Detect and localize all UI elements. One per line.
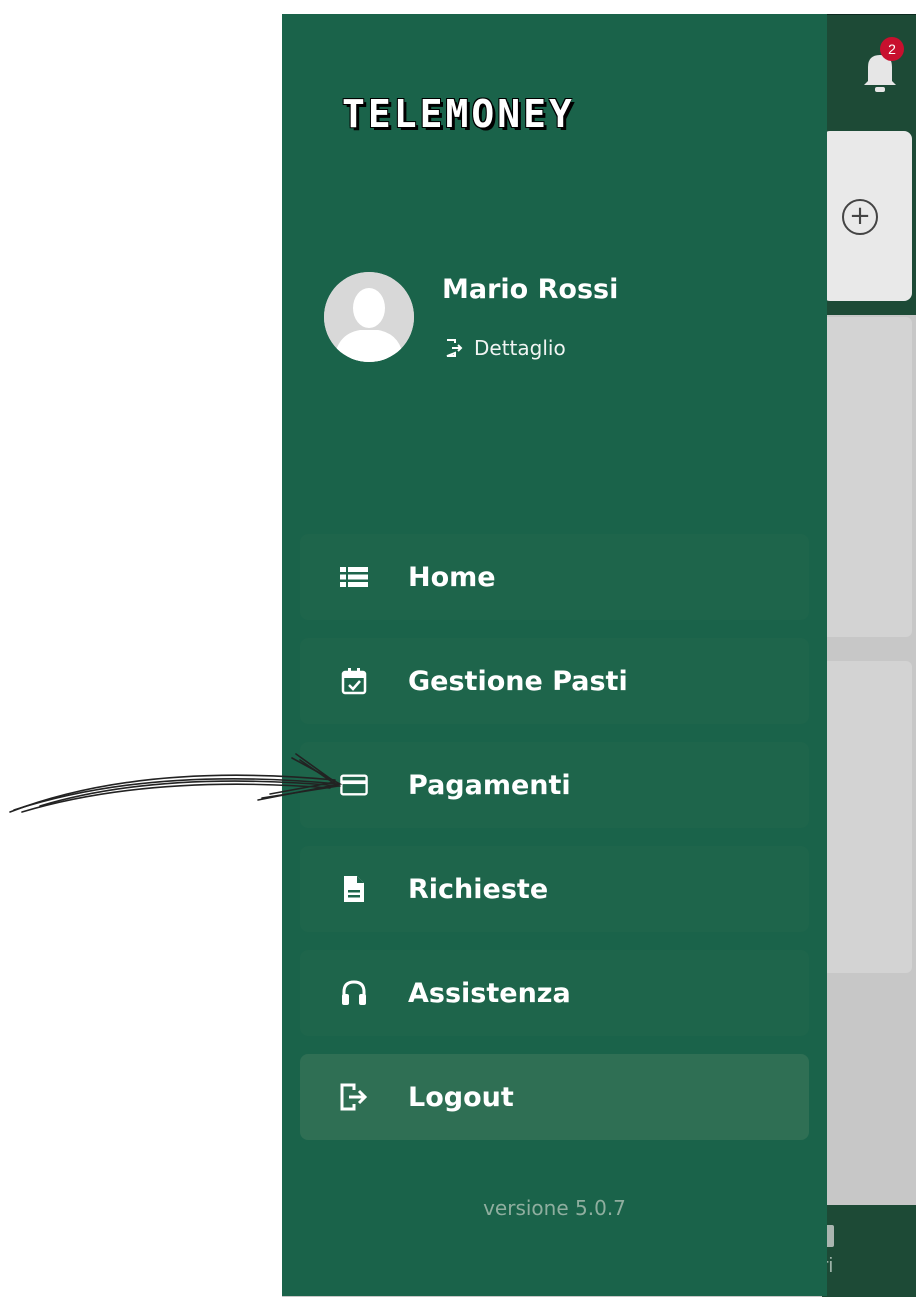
notifications-button[interactable]: 2	[860, 37, 904, 93]
user-name: Mario Rossi	[442, 274, 619, 305]
bottom-nav: ri	[822, 1205, 916, 1297]
credit-card-icon	[340, 771, 368, 799]
add-circle-icon[interactable]: +	[842, 199, 878, 235]
background-card	[822, 317, 912, 637]
menu-item-richieste[interactable]: Richieste	[300, 846, 809, 932]
background-card	[822, 661, 912, 973]
menu-item-gestione-pasti[interactable]: Gestione Pasti	[300, 638, 809, 724]
menu-label: Pagamenti	[408, 769, 571, 801]
add-card: +	[822, 131, 912, 301]
menu-label: Gestione Pasti	[408, 665, 628, 697]
detail-link[interactable]: Dettaglio	[444, 336, 566, 360]
logout-icon	[340, 1083, 368, 1111]
navigation-drawer: TELEMONEY Mario Rossi Dettaglio Home Ges…	[282, 14, 827, 1296]
menu-label: Assistenza	[408, 977, 571, 1009]
brand-logo: TELEMONEY	[342, 92, 575, 136]
avatar[interactable]	[324, 272, 414, 362]
document-icon	[340, 875, 368, 903]
detail-label: Dettaglio	[474, 336, 566, 360]
calendar-check-icon	[340, 667, 368, 695]
list-icon	[340, 563, 368, 591]
menu-item-assistenza[interactable]: Assistenza	[300, 950, 809, 1036]
menu-label: Logout	[408, 1081, 514, 1113]
drawer-menu: Home Gestione Pasti Pagamenti Richieste …	[300, 534, 809, 1158]
notification-badge: 2	[880, 37, 904, 61]
logout-icon	[446, 339, 463, 357]
menu-item-home[interactable]: Home	[300, 534, 809, 620]
menu-item-pagamenti[interactable]: Pagamenti	[300, 742, 809, 828]
user-silhouette-icon	[324, 272, 414, 362]
app-version: versione 5.0.7	[483, 1196, 626, 1220]
menu-label: Richieste	[408, 873, 549, 905]
menu-item-logout[interactable]: Logout	[300, 1054, 809, 1140]
headset-icon	[340, 979, 368, 1007]
menu-label: Home	[408, 561, 496, 593]
